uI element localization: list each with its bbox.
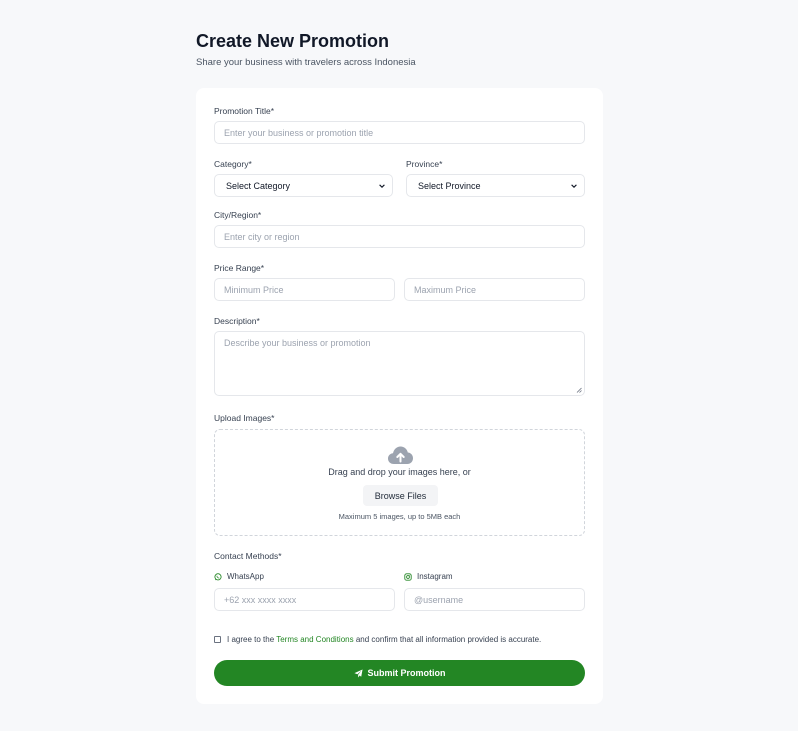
promotion-title-label: Promotion Title*	[214, 106, 274, 116]
province-label: Province*	[406, 159, 443, 169]
description-placeholder: Describe your business or promotion	[224, 338, 371, 348]
page-title: Create New Promotion	[196, 31, 390, 51]
description-textarea[interactable]: Describe your business or promotion	[214, 331, 585, 396]
terms-text: I agree to the Terms and Conditions and …	[227, 635, 541, 644]
terms-suffix: and confirm that all information provide…	[355, 635, 542, 644]
whatsapp-icon	[214, 572, 222, 580]
page-subtitle: Share your business with travelers acros…	[196, 57, 416, 68]
contact-methods-label: Contact Methods*	[214, 551, 282, 561]
instagram-label-text: Instagram	[417, 572, 453, 581]
min-price-input[interactable]: Minimum Price	[214, 278, 395, 301]
browse-files-button[interactable]: Browse Files	[363, 485, 438, 506]
cloud-upload-icon	[388, 446, 413, 464]
terms-checkbox[interactable]	[214, 636, 221, 643]
category-select-value: Select Category	[226, 180, 291, 191]
chevron-down-icon	[571, 183, 577, 188]
category-select[interactable]: Select Category	[214, 174, 393, 197]
max-price-input[interactable]: Maximum Price	[404, 278, 585, 301]
province-select-value: Select Province	[418, 180, 481, 191]
chevron-down-icon	[379, 183, 385, 188]
city-input[interactable]: Enter city or region	[214, 225, 585, 248]
terms-prefix: I agree to the	[227, 635, 275, 644]
promotion-title-input[interactable]: Enter your business or promotion title	[214, 121, 585, 144]
price-range-label: Price Range*	[214, 263, 265, 273]
category-label: Category*	[214, 159, 252, 169]
province-select[interactable]: Select Province	[406, 174, 585, 197]
resize-handle-icon[interactable]	[576, 387, 582, 393]
instagram-input[interactable]: @username	[404, 588, 585, 611]
terms-agreement: I agree to the Terms and Conditions and …	[214, 635, 541, 644]
submit-label: Submit Promotion	[367, 668, 446, 678]
whatsapp-input[interactable]: +62 xxx xxxx xxxx	[214, 588, 395, 611]
upload-label: Upload Images*	[214, 413, 275, 423]
dropzone-hint: Maximum 5 images, up to 5MB each	[338, 512, 461, 521]
instagram-label: Instagram	[404, 572, 453, 581]
city-label: City/Region*	[214, 210, 262, 220]
whatsapp-label-text: WhatsApp	[227, 572, 264, 581]
instagram-icon	[404, 572, 412, 581]
image-dropzone[interactable]: Drag and drop your images here, or Brows…	[214, 429, 585, 536]
dropzone-text: Drag and drop your images here, or	[328, 467, 471, 477]
promotion-form-card: Promotion Title* Enter your business or …	[196, 88, 603, 704]
send-icon	[353, 668, 363, 678]
whatsapp-label: WhatsApp	[214, 572, 264, 581]
terms-link[interactable]: Terms and Conditions	[276, 635, 353, 644]
description-label: Description*	[214, 316, 260, 326]
submit-promotion-button[interactable]: Submit Promotion	[214, 660, 585, 686]
